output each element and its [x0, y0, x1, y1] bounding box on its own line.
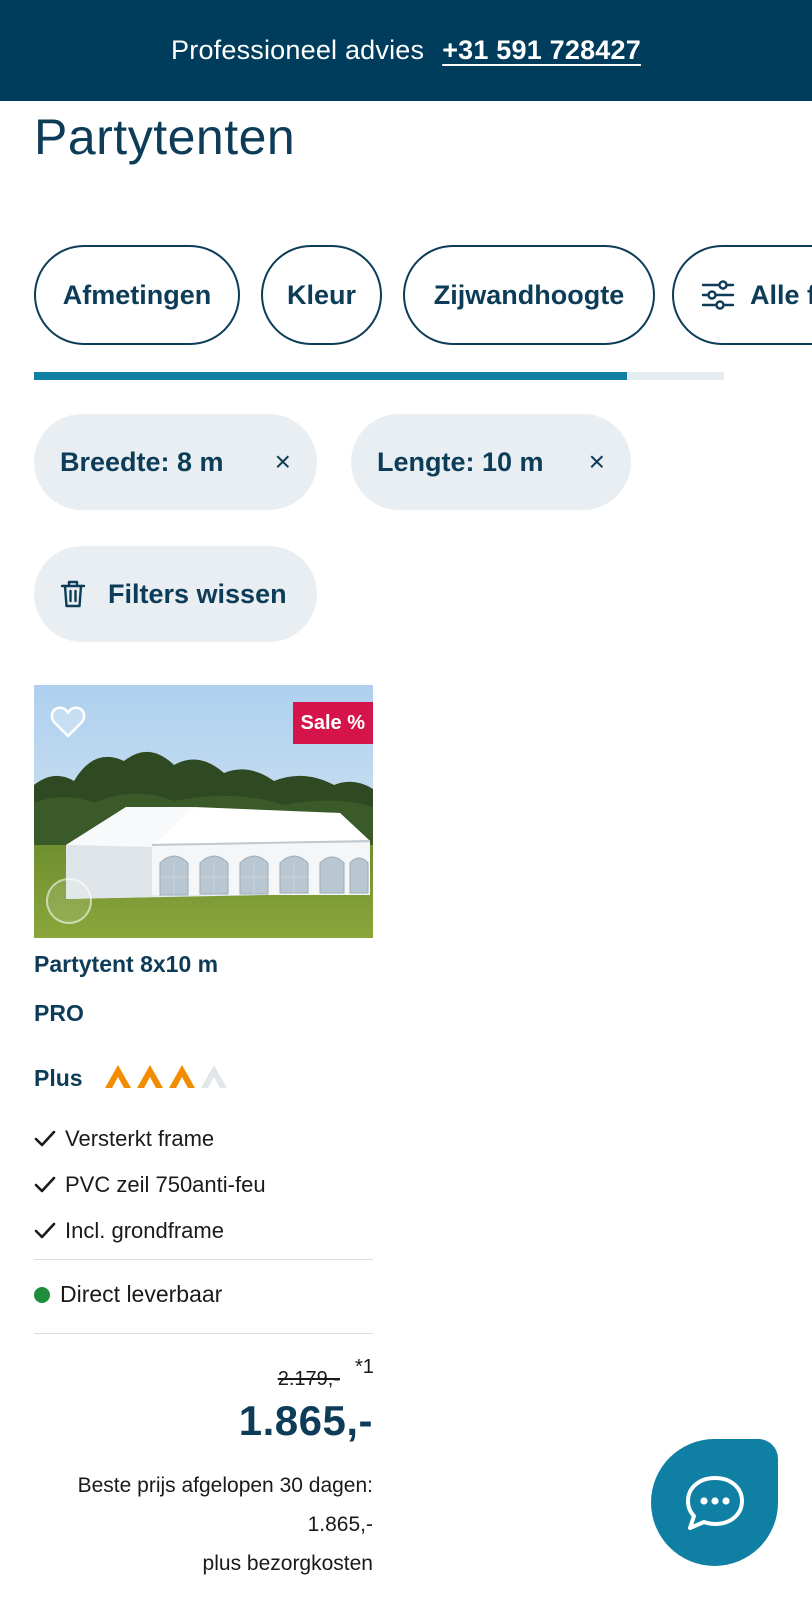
divider [34, 1333, 373, 1334]
feature-text: Incl. grondframe [65, 1218, 224, 1243]
chat-bubble-icon [685, 1475, 744, 1530]
all-filters-button[interactable]: Alle filters [672, 245, 812, 345]
tent-rating-filled-icon [168, 1065, 195, 1088]
trash-icon [60, 580, 86, 608]
tent-rating-filled-icon [104, 1065, 131, 1088]
scroll-progress-bar [34, 372, 724, 380]
top-banner: Professioneel advies +31 591 728427 [0, 0, 812, 101]
sliders-icon [701, 280, 735, 310]
active-filter-width-label: Breedte: 8 m [60, 446, 224, 477]
phone-link[interactable]: +31 591 728427 [442, 35, 641, 66]
feature-item: PVC zeil 750anti-feu [34, 1162, 266, 1208]
chat-button[interactable] [651, 1439, 778, 1566]
scroll-progress-fill [34, 372, 628, 380]
check-icon [34, 1222, 56, 1239]
quality-rating-icons [103, 1062, 231, 1095]
brand-watermark-icon [46, 878, 92, 924]
clear-filters-label: Filters wissen [108, 578, 287, 609]
filter-color-button[interactable]: Kleur [261, 245, 382, 345]
stock-status-text: Direct leverbaar [60, 1281, 223, 1307]
filter-sidewall-height-label: Zijwandhoogte [433, 279, 625, 310]
product-name[interactable]: Partytent 8x10 m [34, 951, 218, 978]
active-filter-length-chip[interactable]: Lengte: 10 m × [351, 414, 631, 510]
product-line: PRO [34, 1000, 84, 1026]
filter-sidewall-height-button[interactable]: Zijwandhoogte [403, 245, 655, 345]
filter-dimensions-button[interactable]: Afmetingen [34, 245, 240, 345]
filter-dimensions-label: Afmetingen [62, 279, 212, 310]
remove-length-filter-icon[interactable]: × [589, 446, 605, 478]
check-icon [34, 1176, 56, 1193]
advice-text: Professioneel advies [171, 35, 425, 65]
divider [34, 1259, 373, 1260]
sale-badge: Sale % [292, 702, 373, 744]
page: Professioneel advies +31 591 728427 Part… [0, 0, 812, 1600]
old-price: 2.179,- [277, 1368, 340, 1390]
tent-rating-filled-icon [136, 1065, 163, 1088]
stock-status: Direct leverbaar [34, 1281, 222, 1308]
filter-color-label: Kleur [286, 279, 357, 310]
tent-rating-empty-icon [200, 1065, 227, 1088]
remove-width-filter-icon[interactable]: × [275, 446, 291, 478]
product-image[interactable]: Sale % [34, 685, 373, 938]
feature-item: Incl. grondframe [34, 1208, 266, 1254]
best-price-value: 1.865,- [307, 1513, 373, 1536]
quality-rating: Plus [34, 1062, 231, 1095]
all-filters-label: Alle filters [750, 279, 812, 310]
heart-icon[interactable] [50, 705, 86, 739]
clear-filters-button[interactable]: Filters wissen [34, 546, 317, 642]
feature-text: Versterkt frame [65, 1126, 215, 1151]
current-price: 1.865,- [238, 1397, 373, 1444]
active-filter-length-label: Lengte: 10 m [377, 446, 544, 477]
feature-text: PVC zeil 750anti-feu [65, 1172, 266, 1197]
feature-item: Versterkt frame [34, 1116, 266, 1162]
in-stock-dot-icon [34, 1286, 50, 1303]
shipping-note: plus bezorgkosten [202, 1552, 373, 1575]
check-icon [34, 1130, 56, 1147]
active-filter-width-chip[interactable]: Breedte: 8 m × [34, 414, 317, 510]
page-title: Partytenten [34, 109, 296, 165]
price-footnote-marker: *1 [355, 1356, 374, 1378]
best-price-note: Beste prijs afgelopen 30 dagen: [77, 1474, 373, 1497]
feature-list: Versterkt frame PVC zeil 750anti-feu Inc… [34, 1116, 266, 1254]
quality-rating-label: Plus [34, 1065, 83, 1091]
